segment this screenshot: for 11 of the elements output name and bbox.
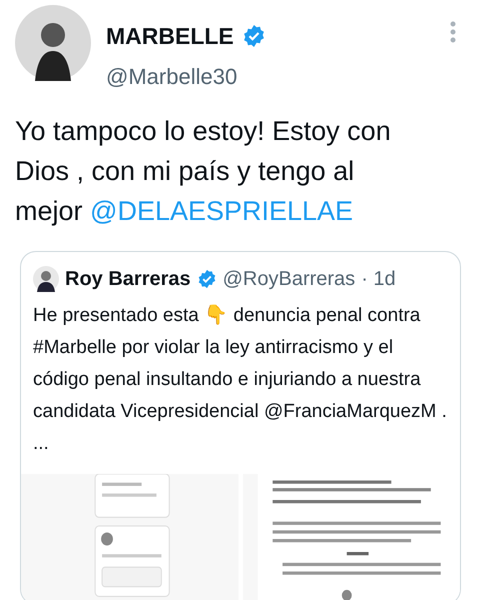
author-name: MARBELLE (106, 22, 234, 51)
quoted-tweet-card[interactable] (20, 250, 461, 600)
quoted-tweet-text: He presentado esta 👇 denuncia penal contra #Marbelle por violar la ley antirracismo y el código penal insultando e injuriando a nuestra candidata Vicepresidencial @FranciaMarquezM . ... (32, 304, 448, 456)
author-handle: @Marbelle30 (106, 62, 238, 90)
tweet-text: Yo tampoco lo estoy! Estoy con Dios , con mi país y tengo al mejor @DELAESPRIELLAE (14, 114, 392, 228)
quoted-author-handle: @RoyBarreras (222, 266, 356, 292)
quoted-author-name: Roy Barreras (65, 266, 191, 292)
tweet-time: · 1d (361, 266, 396, 292)
avatar[interactable] (15, 5, 91, 81)
mention-link[interactable]: @DELAESPRIELLAE (90, 196, 354, 226)
avatar (33, 266, 59, 292)
